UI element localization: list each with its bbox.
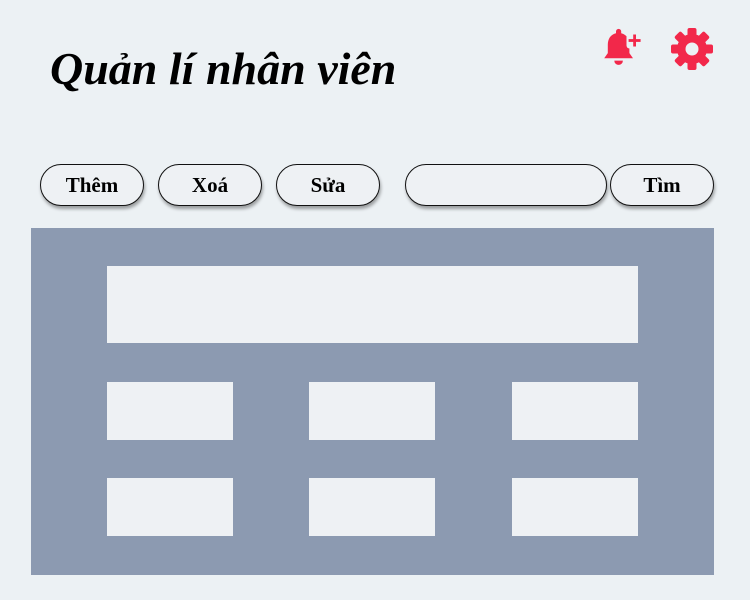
search-button[interactable]: Tìm [610, 164, 714, 206]
add-button[interactable]: Thêm [40, 164, 144, 206]
grid-cell [309, 382, 435, 440]
add-notification-button[interactable] [598, 26, 644, 72]
grid-cell [512, 478, 638, 536]
edit-button[interactable]: Sửa [276, 164, 380, 206]
grid-cell [107, 382, 233, 440]
page-title: Quản lí nhân viên [50, 43, 397, 94]
bell-plus-icon [604, 28, 643, 65]
settings-button[interactable] [669, 26, 715, 72]
panel-header-block [107, 266, 638, 343]
grid-cell [107, 478, 233, 536]
search-input[interactable] [405, 164, 607, 206]
delete-button[interactable]: Xoá [158, 164, 262, 206]
grid-cell [309, 478, 435, 536]
employee-panel [31, 228, 714, 575]
gear-icon [671, 28, 713, 70]
grid-cell [512, 382, 638, 440]
